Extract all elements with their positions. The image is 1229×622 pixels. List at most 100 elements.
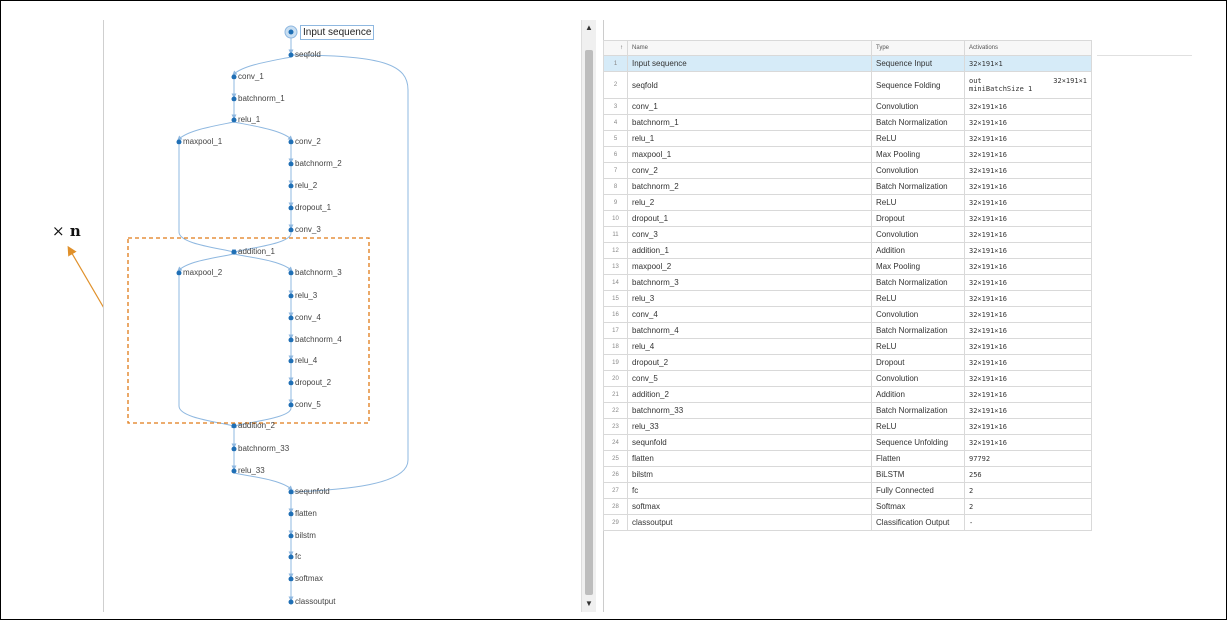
node-bilstm[interactable]: [288, 533, 294, 539]
table-row[interactable]: 25 flatten Flatten 97792: [603, 450, 1092, 467]
node-batchnorm_2[interactable]: [288, 161, 294, 167]
node-label-softmax[interactable]: softmax: [295, 574, 323, 584]
table-row[interactable]: 28 softmax Softmax 2: [603, 498, 1092, 515]
table-row[interactable]: 9 relu_2 ReLU 32×191×16: [603, 194, 1092, 211]
node-label-dropout_1[interactable]: dropout_1: [295, 203, 331, 213]
node-sequnfold[interactable]: [288, 489, 294, 495]
node-label-seqfold[interactable]: seqfold: [295, 50, 321, 60]
node-label-conv_1[interactable]: conv_1: [238, 72, 264, 82]
node-conv_4[interactable]: [288, 315, 294, 321]
node-label-maxpool_1[interactable]: maxpool_1: [183, 137, 222, 147]
table-row[interactable]: 15 relu_3 ReLU 32×191×16: [603, 290, 1092, 307]
node-conv_3[interactable]: [288, 227, 294, 233]
activations-cell: 32×191×16: [964, 114, 1092, 131]
node-label-flatten[interactable]: flatten: [295, 509, 317, 519]
node-flatten[interactable]: [288, 511, 294, 517]
table-row[interactable]: 24 sequnfold Sequence Unfolding 32×191×16: [603, 434, 1092, 451]
table-row[interactable]: 2 seqfold Sequence Folding out 32×191×1 miniB…: [603, 71, 1092, 99]
layer-type-cell: Sequence Input: [871, 55, 965, 72]
table-row[interactable]: 20 conv_5 Convolution 32×191×16: [603, 370, 1092, 387]
node-label-conv_3[interactable]: conv_3: [295, 225, 321, 235]
table-row[interactable]: 21 addition_2 Addition 32×191×16: [603, 386, 1092, 403]
node-label-input[interactable]: Input sequence: [300, 25, 375, 40]
node-label-conv_5[interactable]: conv_5: [295, 400, 321, 410]
node-relu_1[interactable]: [231, 117, 237, 123]
table-row[interactable]: 17 batchnorm_4 Batch Normalization 32×191×1…: [603, 322, 1092, 339]
table-row[interactable]: 3 conv_1 Convolution 32×191×16: [603, 98, 1092, 115]
table-row[interactable]: 10 dropout_1 Dropout 32×191×16: [603, 210, 1092, 227]
node-label-batchnorm_3[interactable]: batchnorm_3: [295, 268, 342, 278]
node-relu_4[interactable]: [288, 358, 294, 364]
table-row[interactable]: 1 Input sequence Sequence Input 32×191×1: [603, 55, 1092, 72]
table-row[interactable]: 18 relu_4 ReLU 32×191×16: [603, 338, 1092, 355]
name-column-header[interactable]: Name: [627, 40, 872, 56]
node-fc[interactable]: [288, 554, 294, 560]
table-row[interactable]: 7 conv_2 Convolution 32×191×16: [603, 162, 1092, 179]
network-graph-panel[interactable]: Input sequence seqfold conv_1 batchnorm_1re…: [103, 20, 583, 612]
node-label-sequnfold[interactable]: sequnfold: [295, 487, 330, 497]
node-batchnorm_4[interactable]: [288, 337, 294, 343]
node-batchnorm_33[interactable]: [231, 446, 237, 452]
node-label-bilstm[interactable]: bilstm: [295, 531, 316, 541]
node-label-batchnorm_1[interactable]: batchnorm_1: [238, 94, 285, 104]
table-row[interactable]: 14 batchnorm_3 Batch Normalization 32×191×1…: [603, 274, 1092, 291]
table-row[interactable]: 6 maxpool_1 Max Pooling 32×191×16: [603, 146, 1092, 163]
node-label-relu_33[interactable]: relu_33: [238, 466, 265, 476]
node-label-batchnorm_2[interactable]: batchnorm_2: [295, 159, 342, 169]
node-input[interactable]: [288, 29, 294, 35]
node-label-maxpool_2[interactable]: maxpool_2: [183, 268, 222, 278]
node-label-relu_1[interactable]: relu_1: [238, 115, 260, 125]
table-row[interactable]: 11 conv_3 Convolution 32×191×16: [603, 226, 1092, 243]
node-maxpool_1[interactable]: [176, 139, 182, 145]
scroll-thumb[interactable]: [585, 50, 593, 595]
node-label-conv_4[interactable]: conv_4: [295, 313, 321, 323]
table-row[interactable]: 8 batchnorm_2 Batch Normalization 32×191×16: [603, 178, 1092, 195]
layer-name-cell: relu_33: [627, 418, 872, 435]
table-row[interactable]: 13 maxpool_2 Max Pooling 32×191×16: [603, 258, 1092, 275]
node-label-batchnorm_33[interactable]: batchnorm_33: [238, 444, 289, 454]
sort-column-header[interactable]: ↑: [603, 40, 628, 56]
node-relu_2[interactable]: [288, 183, 294, 189]
node-conv_2[interactable]: [288, 139, 294, 145]
node-label-dropout_2[interactable]: dropout_2: [295, 378, 331, 388]
node-label-relu_3[interactable]: relu_3: [295, 291, 317, 301]
table-row[interactable]: 23 relu_33 ReLU 32×191×16: [603, 418, 1092, 435]
node-conv_5[interactable]: [288, 402, 294, 408]
node-label-relu_4[interactable]: relu_4: [295, 356, 317, 366]
table-row[interactable]: 27 fc Fully Connected 2: [603, 482, 1092, 499]
graph-scrollbar[interactable]: ▲ ▼: [581, 20, 596, 612]
node-relu_3[interactable]: [288, 293, 294, 299]
activations-column-header[interactable]: Activations: [964, 40, 1092, 56]
table-row[interactable]: 4 batchnorm_1 Batch Normalization 32×191×16: [603, 114, 1092, 131]
node-conv_1[interactable]: [231, 74, 237, 80]
node-dropout_1[interactable]: [288, 205, 294, 211]
node-dropout_2[interactable]: [288, 380, 294, 386]
node-batchnorm_1[interactable]: [231, 96, 237, 102]
node-label-addition_1[interactable]: addition_1: [238, 247, 275, 257]
node-label-addition_2[interactable]: addition_2: [238, 421, 275, 431]
scroll-up-icon[interactable]: ▲: [585, 24, 593, 32]
table-row[interactable]: 5 relu_1 ReLU 32×191×16: [603, 130, 1092, 147]
node-label-conv_2[interactable]: conv_2: [295, 137, 321, 147]
table-row[interactable]: 26 bilstm BiLSTM 256: [603, 466, 1092, 483]
node-label-classoutput[interactable]: classoutput: [295, 597, 335, 607]
table-row[interactable]: 29 classoutput Classification Output -: [603, 514, 1092, 531]
table-row[interactable]: 22 batchnorm_33 Batch Normalization 32×191×…: [603, 402, 1092, 419]
node-relu_33[interactable]: [231, 468, 237, 474]
node-maxpool_2[interactable]: [176, 270, 182, 276]
type-column-header[interactable]: Type: [871, 40, 965, 56]
table-row[interactable]: 16 conv_4 Convolution 32×191×16: [603, 306, 1092, 323]
table-row[interactable]: 12 addition_1 Addition 32×191×16: [603, 242, 1092, 259]
node-label-relu_2[interactable]: relu_2: [295, 181, 317, 191]
node-addition_2[interactable]: [231, 423, 237, 429]
node-softmax[interactable]: [288, 576, 294, 582]
node-batchnorm_3[interactable]: [288, 270, 294, 276]
node-classoutput[interactable]: [288, 599, 294, 605]
scroll-down-icon[interactable]: ▼: [585, 600, 593, 608]
node-label-batchnorm_4[interactable]: batchnorm_4: [295, 335, 342, 345]
node-label-fc[interactable]: fc: [295, 552, 301, 562]
node-seqfold[interactable]: [288, 52, 294, 58]
table-row[interactable]: 19 dropout_2 Dropout 32×191×16: [603, 354, 1092, 371]
row-index: 27: [603, 482, 628, 499]
node-addition_1[interactable]: [231, 249, 237, 255]
